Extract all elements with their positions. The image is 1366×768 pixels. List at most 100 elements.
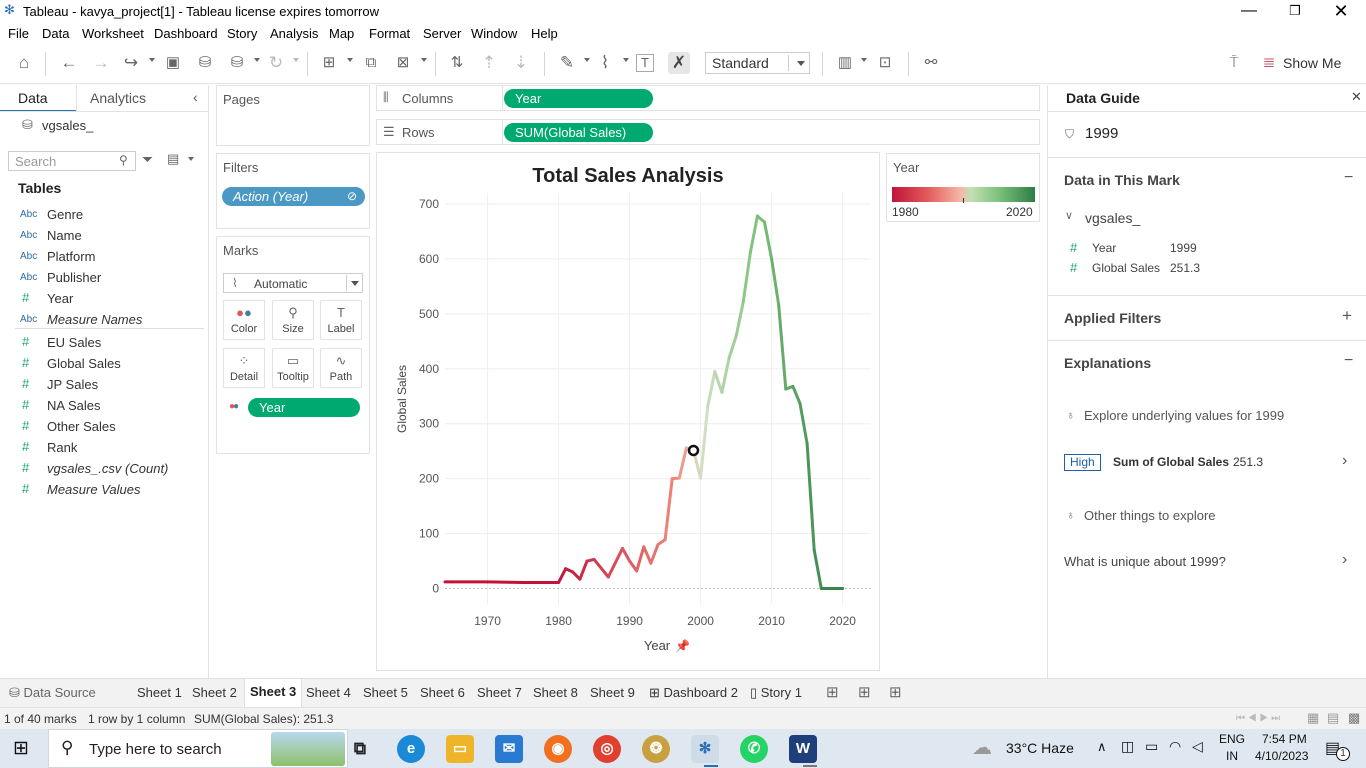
paint-icon[interactable]: ⍑ <box>1223 52 1245 74</box>
menu-map[interactable]: Map <box>329 26 354 41</box>
restore-icon[interactable]: ❐ <box>1272 0 1318 22</box>
chevron-up-icon[interactable]: ∧ <box>1097 739 1107 755</box>
line-segment[interactable] <box>621 546 632 563</box>
field-other-sales[interactable]: # Other Sales <box>0 417 209 438</box>
marks-pill-year[interactable]: Year <box>248 398 360 417</box>
undo-icon[interactable]: ← <box>58 52 80 74</box>
menu-server[interactable]: Server <box>423 26 461 41</box>
wifi-icon[interactable]: ◠ <box>1169 738 1181 755</box>
new-story-icon[interactable]: ⊞ <box>889 683 902 701</box>
tab-analytics[interactable]: Analytics <box>90 90 146 106</box>
path-button[interactable]: ∿ Path <box>320 348 362 388</box>
line-segment[interactable] <box>663 477 674 542</box>
datasource-name[interactable]: vgsales_ <box>42 118 93 133</box>
minimize-icon[interactable]: — <box>1226 0 1272 22</box>
line-segment[interactable] <box>599 566 610 579</box>
filter-icon[interactable]: ⏷ <box>142 151 153 168</box>
applied-filters-heading[interactable]: Applied Filters <box>1064 310 1161 326</box>
clock-date[interactable]: 4/10/2023 <box>1255 749 1308 763</box>
tab-sheet-5[interactable]: Sheet 5 <box>363 685 408 700</box>
show-cards-icon[interactable]: ▥ <box>834 52 856 74</box>
share-icon[interactable]: ⚯ <box>920 52 942 74</box>
line-segment[interactable] <box>606 561 617 579</box>
volume-icon[interactable]: ◁ <box>1192 738 1203 755</box>
pages-shelf[interactable]: Pages <box>216 85 370 146</box>
tab-sheet-6[interactable]: Sheet 6 <box>420 685 465 700</box>
line-segment[interactable] <box>748 214 759 255</box>
sort-descending-icon[interactable]: ⇣ <box>510 52 532 74</box>
tab-sheet-2[interactable]: Sheet 2 <box>192 685 237 700</box>
pin-icon[interactable]: 📌 <box>675 638 690 653</box>
line-segment[interactable] <box>734 300 745 338</box>
new-datasource-icon[interactable]: ⛁ <box>194 52 216 74</box>
line-segment[interactable] <box>578 559 589 581</box>
close-guide-icon[interactable]: ✕ <box>1351 89 1362 105</box>
tab-sheet-9[interactable]: Sheet 9 <box>590 685 635 700</box>
line-segment[interactable] <box>706 370 717 409</box>
presentation-mode-icon[interactable]: ⊡ <box>874 52 896 74</box>
line-segment[interactable] <box>812 548 823 591</box>
search-field[interactable]: Search ⚲ <box>8 151 136 171</box>
fit-select[interactable]: Standard <box>705 52 810 74</box>
line-segment[interactable] <box>613 546 624 565</box>
chevron-right-icon[interactable]: › <box>1342 551 1347 569</box>
collapse-icon[interactable]: − <box>1344 169 1353 187</box>
tab-sheet-1[interactable]: Sheet 1 <box>137 685 182 700</box>
chevron-right-icon[interactable]: › <box>1342 452 1347 470</box>
expand-icon[interactable]: + <box>1342 306 1352 326</box>
lang-line1[interactable]: ENG <box>1219 732 1245 746</box>
new-sheet-icon[interactable]: ⊞ <box>826 683 839 701</box>
color-button[interactable]: ●● Color <box>223 300 265 340</box>
swap-icon[interactable]: ⇅ <box>446 52 468 74</box>
color-legend[interactable]: Year 1980 2020 <box>886 153 1040 222</box>
menu-worksheet[interactable]: Worksheet <box>82 26 144 41</box>
field-publisher[interactable]: Abc Publisher <box>0 268 209 289</box>
tableau-taskbar-icon[interactable]: ✻ <box>691 735 719 763</box>
edge-icon[interactable]: e <box>397 735 425 763</box>
tooltip-button[interactable]: ▭ Tooltip <box>272 348 314 388</box>
film-view-icon[interactable]: ▤ <box>1327 710 1339 726</box>
collapse-pane-icon[interactable]: ‹ <box>193 89 198 105</box>
line-segment[interactable] <box>592 557 603 570</box>
line-segment[interactable] <box>677 446 688 480</box>
chevron-down-icon[interactable]: ∨ <box>1065 209 1073 222</box>
menu-analysis[interactable]: Analysis <box>270 26 318 41</box>
mark-type-select[interactable]: ⌇ Automatic <box>223 273 363 293</box>
redo-icon[interactable]: → <box>90 52 112 74</box>
whatsapp-icon[interactable]: ✆ <box>740 735 768 763</box>
app-emblem-icon[interactable]: ❂ <box>642 735 670 763</box>
tab-dashboard-2[interactable]: ⊞ Dashboard 2 <box>649 685 738 701</box>
line-segment[interactable] <box>777 303 788 391</box>
menu-story[interactable]: Story <box>227 26 257 41</box>
explanations-heading[interactable]: Explanations <box>1064 355 1151 371</box>
view-list-icon[interactable]: ▤ <box>167 151 179 167</box>
grid-view-icon[interactable]: ▦ <box>1307 710 1319 726</box>
rows-pill-global-sales[interactable]: SUM(Global Sales) <box>504 123 653 142</box>
detail-button[interactable]: ⁘ Detail <box>223 348 265 388</box>
sum-label[interactable]: Sum of Global Sales <box>1113 455 1229 469</box>
tab-data[interactable]: Data <box>18 90 48 106</box>
menu-window[interactable]: Window <box>471 26 517 41</box>
show-mark-labels-icon[interactable]: T <box>636 54 654 72</box>
new-worksheet-icon[interactable]: ⊞ <box>318 52 340 74</box>
tab-sheet-8[interactable]: Sheet 8 <box>533 685 578 700</box>
line-segment[interactable] <box>727 334 738 360</box>
group-members-icon[interactable]: ⌇ <box>594 52 616 74</box>
line-segment[interactable] <box>770 257 781 307</box>
line-segment[interactable] <box>720 356 731 394</box>
line-segment[interactable] <box>649 543 660 565</box>
fix-axes-icon[interactable]: ✗ <box>668 52 690 74</box>
field-genre[interactable]: Abc Genre <box>0 205 209 226</box>
tab-view-icon[interactable]: ▩ <box>1348 710 1360 726</box>
menu-dashboard[interactable]: Dashboard <box>154 26 218 41</box>
line-segment[interactable] <box>486 580 525 584</box>
tab-sheet-4[interactable]: Sheet 4 <box>306 685 351 700</box>
windows-start-icon[interactable]: ⊞ <box>13 737 29 760</box>
label-button[interactable]: T Label <box>320 300 362 340</box>
menu-format[interactable]: Format <box>369 26 410 41</box>
selected-point[interactable] <box>687 444 700 457</box>
field-vgsales-csv-count[interactable]: # vgsales_.csv (Count) <box>0 459 209 480</box>
line-segment[interactable] <box>763 220 774 261</box>
mail-icon[interactable]: ✉ <box>495 735 523 763</box>
field-measure-values[interactable]: # Measure Values <box>0 480 209 501</box>
